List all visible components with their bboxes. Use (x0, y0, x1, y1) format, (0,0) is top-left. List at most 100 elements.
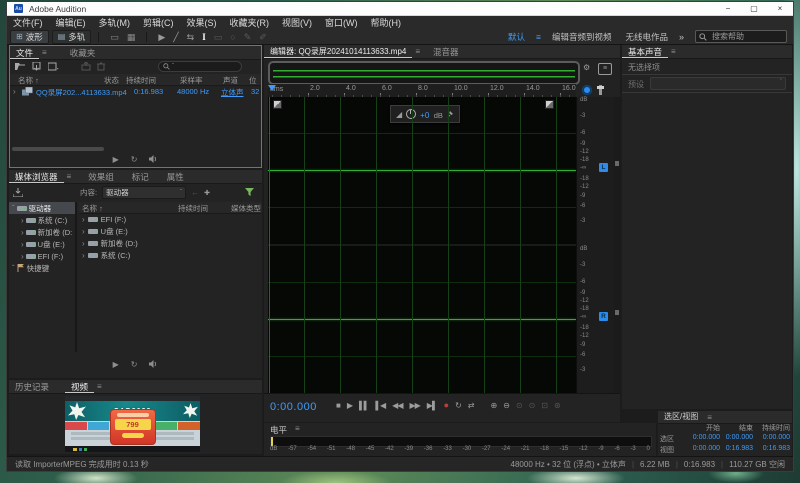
waveform-view-button[interactable]: ⊞ 波形 (10, 30, 49, 44)
multitrack-view-button[interactable]: ▤ 多轨 (52, 30, 92, 44)
move-tool[interactable]: ▶ (158, 30, 165, 44)
media-list-item[interactable]: ›新加卷 (D:) (79, 237, 262, 249)
view-end[interactable]: 0:16.983 (720, 445, 753, 455)
row-caret-icon[interactable]: › (13, 87, 16, 96)
help-search-input[interactable] (710, 31, 776, 42)
workspace-default[interactable]: 默认 (508, 31, 525, 43)
import-tray-icon[interactable] (13, 188, 23, 197)
files-panel-menu-icon[interactable]: ≡ (39, 48, 50, 57)
display-options-icon[interactable]: ≡ (598, 63, 612, 75)
video-panel-menu-icon[interactable]: ≡ (94, 382, 105, 391)
stop-button[interactable]: ■ (336, 401, 340, 410)
tab-video[interactable]: 视频 (65, 381, 94, 393)
list-caret-icon[interactable]: › (82, 215, 85, 224)
tab-favorites[interactable]: 收藏夹 (64, 47, 102, 59)
menu-item[interactable]: 收藏夹(R) (230, 16, 270, 29)
channel-badge-right[interactable]: R (599, 312, 608, 321)
vertical-scrollbar[interactable] (614, 97, 620, 393)
marquee-selection-tool[interactable]: ▭ (214, 30, 223, 44)
workspace-item[interactable]: 编辑音频到视频 (552, 31, 612, 43)
menu-item[interactable]: 帮助(H) (371, 16, 402, 29)
zoom-selection-button[interactable]: ⊡ (541, 401, 547, 410)
media-tree-item[interactable]: ›系统 (C:) (9, 214, 75, 226)
settings-icon[interactable]: ⚙ (583, 63, 590, 72)
list-caret-icon[interactable]: › (82, 227, 85, 236)
new-container-icon[interactable] (48, 62, 59, 71)
menu-item[interactable]: 剪辑(C) (143, 16, 174, 29)
speaker-icon[interactable] (149, 155, 158, 163)
loop-playback-button[interactable]: ↻ (455, 401, 461, 410)
menu-item[interactable]: 视图(V) (282, 16, 312, 29)
fade-out-handle[interactable] (545, 100, 554, 109)
zoom-out-full-button[interactable]: ⊙ (529, 401, 535, 410)
tab-mixer[interactable]: 混音器 (427, 46, 465, 58)
timeline-ruler[interactable]: hms 2.04.06.08.010.012.014.016.0 (268, 84, 576, 98)
channel-badge-left[interactable]: L (599, 163, 608, 172)
menu-item[interactable]: 多轨(M) (99, 16, 131, 29)
hud-volume-control[interactable]: ◢ +0 dB (390, 105, 460, 123)
selection-start[interactable]: 0:00.000 (682, 434, 720, 444)
level-fader-icon[interactable] (599, 85, 602, 95)
fade-in-handle[interactable] (273, 100, 282, 109)
media-tree-item[interactable]: ›EFI (F:) (9, 250, 75, 262)
hud-gain-value[interactable]: +0 (420, 111, 429, 120)
fast-forward-button[interactable]: ▶▶ (409, 401, 419, 410)
media-tree-item[interactable]: ›U盘 (E:) (9, 238, 75, 250)
media-list-item[interactable]: ›EFI (F:) (79, 213, 262, 225)
pause-button[interactable]: ▌▌ (359, 401, 368, 410)
tab-editor[interactable]: 编辑器: QQ录屏20241014113633.mp4 (264, 46, 412, 58)
media-tree-item[interactable]: ˇ快捷键 (9, 262, 75, 274)
tab-media-browser[interactable]: 媒体浏览器 (9, 171, 64, 183)
zoom-reset-button[interactable]: ⊛ (554, 401, 560, 410)
open-folder-icon[interactable] (15, 62, 26, 71)
tree-caret-icon[interactable]: › (21, 252, 24, 261)
tree-caret-icon[interactable]: › (21, 240, 24, 249)
slip-tool[interactable]: ⇆ (187, 30, 195, 44)
zoom-out-horizontal-button[interactable]: ⊖ (503, 401, 509, 410)
razor-tool[interactable]: ╱ (173, 30, 178, 44)
maximize-button[interactable]: ▢ (741, 2, 767, 15)
video-preview[interactable]: CAD2022 799 (65, 396, 200, 452)
tree-caret-icon[interactable]: ˇ (12, 264, 15, 273)
files-search-box[interactable]: ˇ (158, 61, 242, 72)
content-select[interactable]: 驱动器 ˇ (102, 186, 186, 199)
spot-healing-brush-tool[interactable]: ✐ (259, 30, 267, 44)
rewind-button[interactable]: ◀◀ (392, 401, 402, 410)
levels-panel-menu-icon[interactable]: ≡ (292, 424, 303, 433)
lasso-selection-tool[interactable]: ○ (230, 30, 235, 44)
media-tree-item[interactable]: ›新加卷 (D: (9, 226, 75, 238)
tree-caret-icon[interactable]: › (21, 228, 24, 237)
show-spectral-button[interactable]: ▦ (127, 30, 136, 44)
speaker-icon[interactable] (149, 360, 158, 368)
close-button[interactable]: × (767, 2, 793, 15)
essential-panel-menu-icon[interactable]: ≡ (668, 47, 679, 56)
menu-item[interactable]: 效果(S) (187, 16, 217, 29)
preview-loop-icon[interactable]: ↻ (131, 360, 138, 369)
workspace-menu-icon[interactable]: ≡ (536, 32, 541, 42)
play-button[interactable]: ▶ (347, 401, 352, 410)
tree-caret-icon[interactable]: › (21, 216, 24, 225)
help-search-box[interactable] (695, 30, 787, 43)
tab-markers[interactable]: 标记 (126, 171, 155, 183)
amplitude-ruler[interactable]: L R dB-3-6-9-12-18-∞-18-12-9-6-3dB-3-6-9… (576, 97, 615, 393)
media-list-item[interactable]: ›系统 (C:) (79, 249, 262, 261)
preview-play-icon[interactable]: ▶ (113, 360, 119, 369)
minimize-button[interactable]: − (715, 2, 741, 15)
file-row[interactable]: › QQ录屏202...4113633.mp4 0:16.983 48000 H… (10, 85, 261, 98)
record-button[interactable]: ● (444, 400, 448, 410)
playhead-marker[interactable] (268, 85, 276, 91)
menu-item[interactable]: 文件(F) (13, 16, 43, 29)
show-waveform-button[interactable]: ▭ (110, 30, 119, 44)
skip-to-end-button[interactable]: ▶▌ (427, 401, 437, 410)
workspace-item[interactable]: 无线电作品 (625, 31, 668, 43)
tab-history[interactable]: 历史记录 (9, 381, 55, 393)
vertical-zoom-indicator-icon[interactable] (582, 85, 592, 95)
zoom-in-horizontal-button[interactable]: ⊕ (490, 401, 496, 410)
time-selection-tool[interactable]: I (202, 30, 206, 44)
file-name[interactable]: QQ录屏202...4113633.mp4 (36, 87, 127, 98)
editor-panel-menu-icon[interactable]: ≡ (412, 47, 423, 56)
selection-panel-menu-icon[interactable]: ≡ (704, 413, 715, 422)
skip-selection-button[interactable]: ⇄ (468, 401, 474, 410)
selection-end[interactable]: 0:00.000 (720, 434, 753, 444)
media-tree-item[interactable]: ˇ驱动器 (9, 202, 75, 214)
